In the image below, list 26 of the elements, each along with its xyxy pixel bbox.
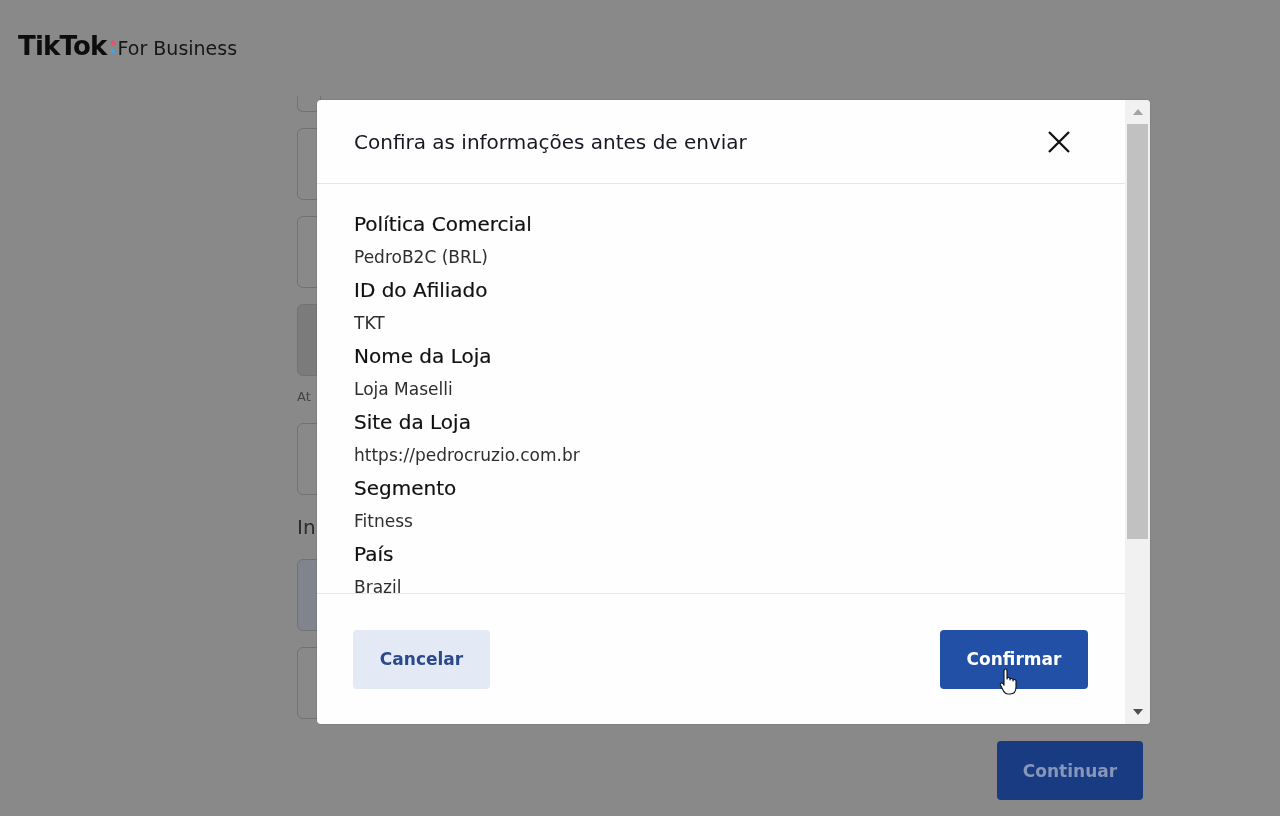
scrollbar-thumb[interactable]	[1127, 124, 1148, 539]
field-label: Política Comercial	[354, 211, 532, 238]
field-value: Brazil	[354, 576, 402, 593]
dialog-title: Confira as informações antes de enviar	[354, 129, 747, 154]
hand-cursor-icon	[999, 668, 1017, 695]
field-label: País	[354, 541, 394, 568]
down-triangle-icon[interactable]	[1132, 709, 1143, 715]
helper-text: At	[297, 388, 311, 406]
scrollbar[interactable]	[1125, 100, 1150, 724]
cancel-button[interactable]: Cancelar	[353, 629, 490, 689]
section-heading: In	[297, 514, 316, 541]
field-value: Loja Maselli	[354, 378, 453, 401]
field-value: PedroB2C (BRL)	[354, 246, 488, 269]
colon-dots-icon	[109, 40, 116, 54]
logo-wordmark: TikTok	[18, 31, 107, 61]
field-label: ID do Afiliado	[354, 277, 488, 304]
field-label: Site da Loja	[354, 409, 471, 436]
field-value: https://pedrocruzio.com.br	[354, 444, 580, 467]
confirm-button[interactable]: Confirmar	[940, 629, 1088, 689]
continue-button[interactable]: Continuar	[997, 741, 1143, 800]
close-icon[interactable]	[1047, 129, 1071, 154]
field-label: Nome da Loja	[354, 343, 492, 370]
field-value: Fitness	[354, 510, 413, 533]
field-value: TKT	[354, 312, 385, 335]
logo-subtitle: For Business	[117, 35, 238, 61]
field-label: Segmento	[354, 475, 457, 502]
